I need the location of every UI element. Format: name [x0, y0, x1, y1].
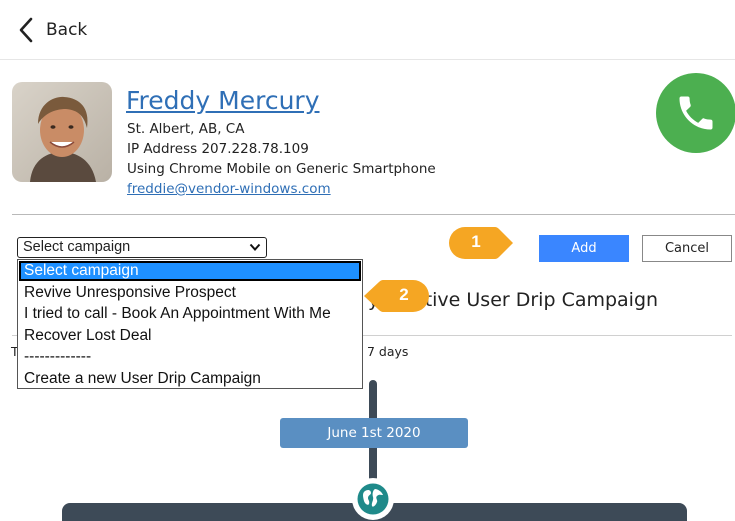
- chevron-left-icon: [19, 17, 33, 43]
- campaign-select[interactable]: Select campaign: [17, 237, 267, 258]
- contact-device: Using Chrome Mobile on Generic Smartphon…: [127, 161, 436, 177]
- callout-marker-2: 2: [361, 278, 431, 314]
- callout-number-2: 2: [399, 285, 409, 304]
- dropdown-option-revive[interactable]: Revive Unresponsive Prospect: [18, 282, 362, 303]
- contact-location: St. Albert, AB, CA: [127, 121, 245, 137]
- campaign-select-value: Select campaign: [23, 239, 131, 255]
- phone-icon: [679, 96, 713, 130]
- campaign-dropdown-list: Select campaign Revive Unresponsive Pros…: [17, 259, 363, 389]
- back-button[interactable]: Back: [18, 14, 87, 46]
- dropdown-option-select-campaign[interactable]: Select campaign: [19, 261, 361, 281]
- section-divider: [12, 214, 735, 215]
- contact-ip-address: IP Address 207.228.78.109: [127, 141, 309, 157]
- contact-name-link[interactable]: Freddy Mercury: [126, 86, 320, 115]
- trigger-text-end: 7 days: [367, 344, 409, 359]
- top-bar: Back: [0, 0, 735, 60]
- callout-marker-1: 1: [447, 225, 515, 261]
- chevron-down-icon: [249, 243, 261, 251]
- dropdown-option-create-new[interactable]: Create a new User Drip Campaign: [18, 368, 362, 389]
- callout-number-1: 1: [471, 232, 481, 251]
- contact-email-link[interactable]: freddie@vendor-windows.com: [127, 181, 331, 197]
- contact-photo: [12, 82, 112, 182]
- cancel-button[interactable]: Cancel: [642, 235, 732, 262]
- dropdown-separator: -------------: [24, 348, 92, 366]
- back-label: Back: [46, 20, 88, 40]
- timeline-date: June 1st 2020: [280, 418, 468, 448]
- avatar: [12, 82, 112, 182]
- add-button[interactable]: Add: [539, 235, 629, 262]
- dropdown-option-book-appointment[interactable]: I tried to call - Book An Appointment Wi…: [18, 303, 362, 324]
- dropdown-option-recover-lost-deal[interactable]: Recover Lost Deal: [18, 325, 362, 346]
- call-button[interactable]: [656, 73, 735, 153]
- globe-icon: [352, 478, 394, 520]
